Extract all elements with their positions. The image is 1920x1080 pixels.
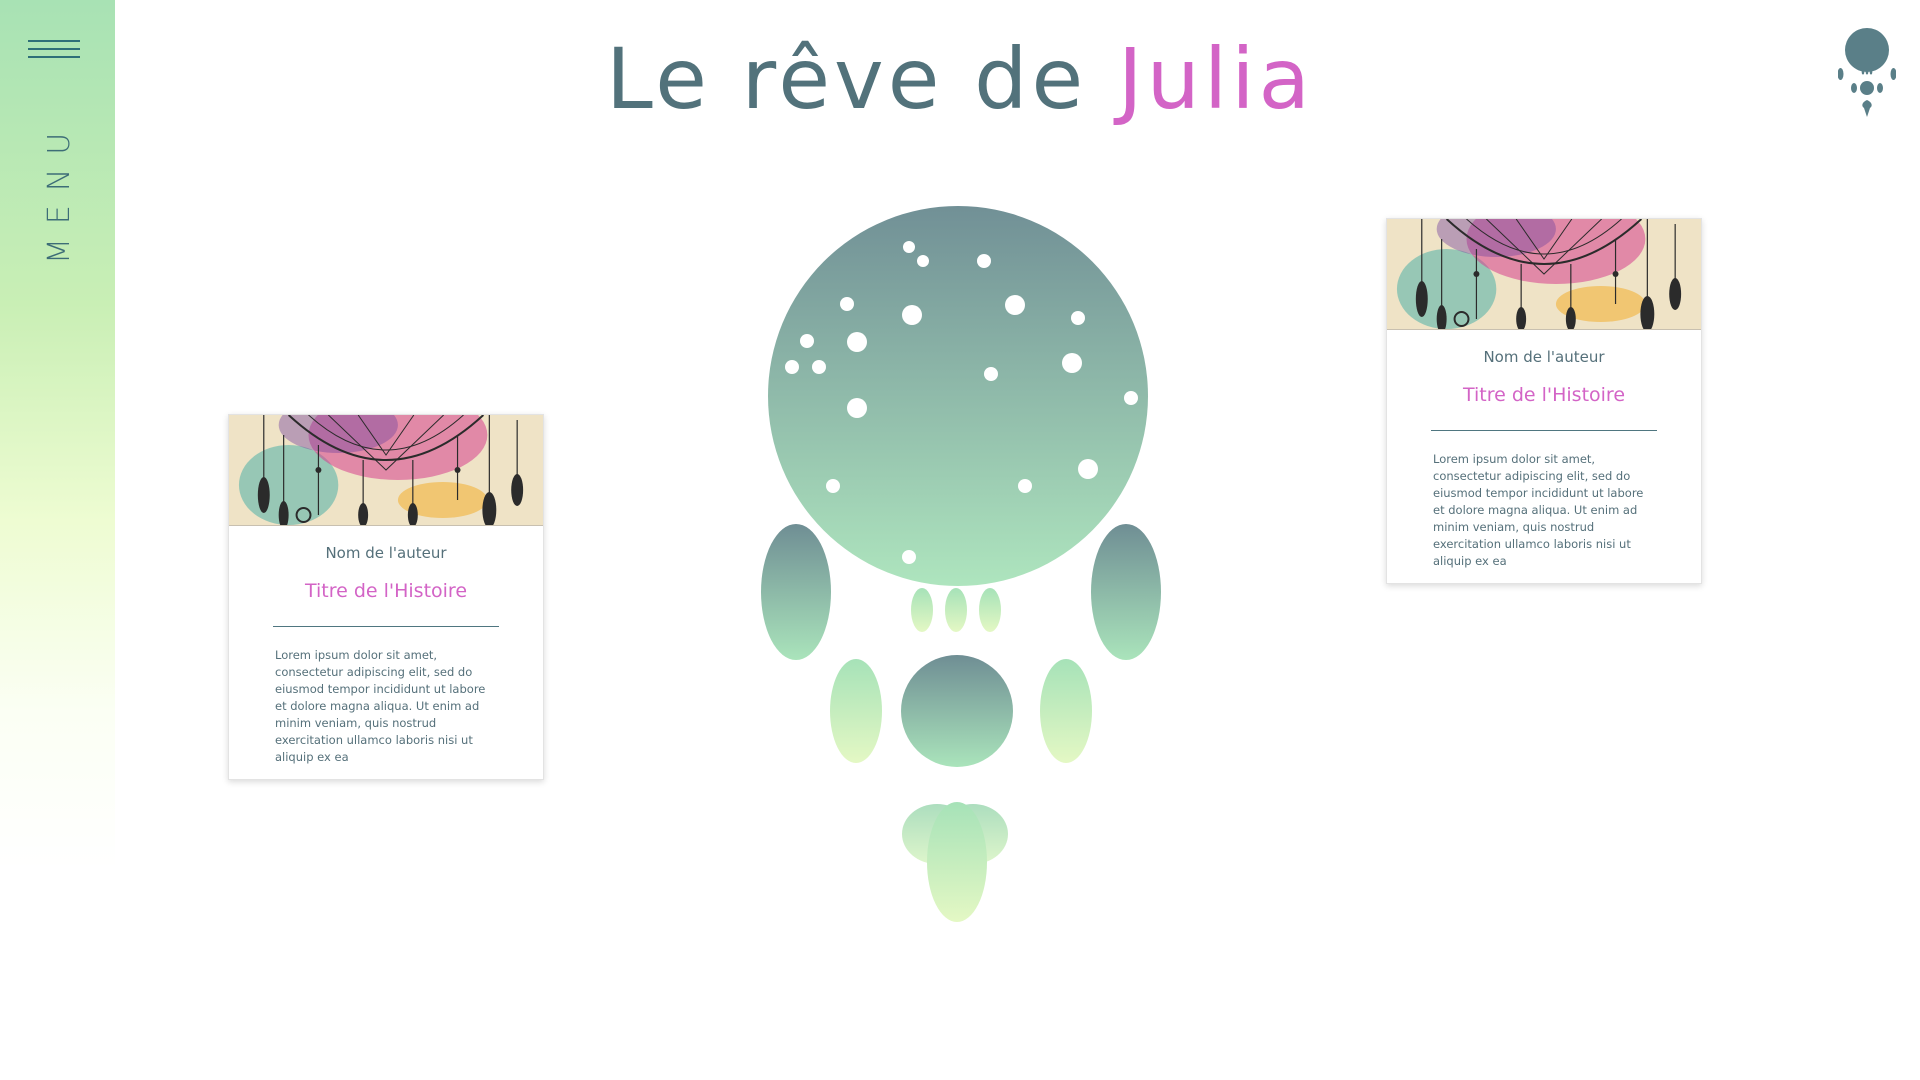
page: MENU Le rêve de Julia Nom de l'auteur Ti… [0, 0, 1920, 1080]
story-card[interactable]: Nom de l'auteur Titre de l'Histoire Lore… [228, 414, 544, 780]
dreamcatcher-watercolor-image [1387, 219, 1701, 330]
logo-drop [1862, 100, 1872, 117]
dreamcatcher-illustration [761, 206, 1161, 922]
logo-dot [1861, 69, 1865, 75]
dreamcatcher-watercolor-image [229, 415, 543, 526]
story-card[interactable]: Nom de l'auteur Titre de l'Histoire Lore… [1386, 218, 1702, 584]
feather-left-small [830, 659, 882, 763]
card-excerpt: Lorem ipsum dolor sit amet, consectetur … [275, 648, 486, 764]
card-author: Nom de l'auteur [325, 544, 447, 562]
drop-leaf-center [927, 802, 987, 922]
feather-right-small [1040, 659, 1092, 763]
card-divider [1431, 430, 1657, 431]
card-title[interactable]: Titre de l'Histoire [229, 580, 543, 602]
page-title-accent: Julia [1117, 30, 1315, 128]
logo-dot [1869, 69, 1873, 75]
logo-bead [1860, 81, 1874, 95]
card-title[interactable]: Titre de l'Histoire [1387, 384, 1701, 406]
sidebar: MENU [0, 0, 115, 870]
bead-small [911, 588, 933, 632]
dreamcatcher-ring [768, 206, 1148, 586]
bead-small [979, 588, 1001, 632]
feather-left-large [761, 524, 831, 660]
logo-feather [1851, 83, 1857, 93]
logo-dot [1865, 69, 1869, 75]
feather-right-large [1091, 524, 1161, 660]
card-author: Nom de l'auteur [1483, 348, 1605, 366]
card-divider [273, 626, 499, 627]
logo-circle [1845, 28, 1889, 72]
bead-small [945, 588, 967, 632]
logo-feather [1877, 83, 1883, 93]
center-bead [901, 655, 1013, 767]
logo-feather-left [1838, 68, 1844, 80]
logo-feather-right [1890, 68, 1896, 80]
menu-label[interactable]: MENU [42, 119, 77, 264]
page-title: Le rêve de Julia [0, 30, 1920, 128]
dreamcatcher-logo-icon[interactable] [1838, 26, 1896, 118]
card-excerpt: Lorem ipsum dolor sit amet, consectetur … [1433, 452, 1644, 568]
page-title-main: Le rêve de [605, 30, 1118, 128]
